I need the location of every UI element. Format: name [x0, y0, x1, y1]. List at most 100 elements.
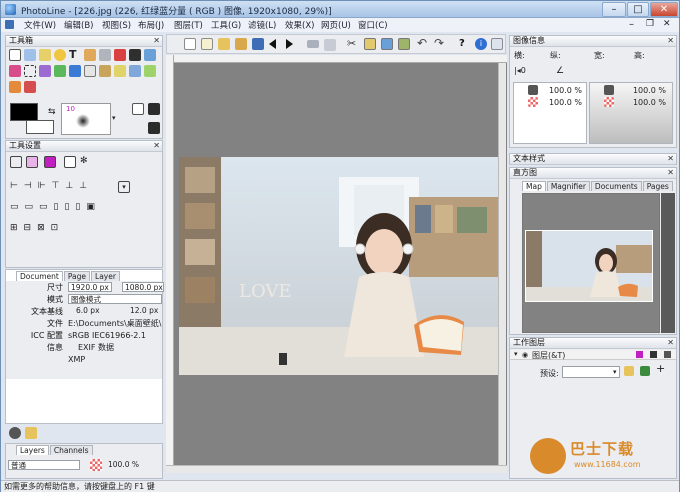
close-button[interactable]: ✕	[650, 2, 678, 17]
undo-icon[interactable]: ↶	[417, 37, 429, 49]
paste-icon[interactable]	[381, 38, 393, 50]
blend-mode-select[interactable]: 普通	[8, 460, 80, 470]
menu-layer[interactable]: 图层(T)	[174, 19, 203, 31]
cat-mask-inverted-icon[interactable]	[148, 103, 160, 115]
menu-tools[interactable]: 工具(G)	[211, 19, 241, 31]
navigator-thumbnail[interactable]	[525, 230, 653, 302]
expand-icon[interactable]: ▾	[514, 350, 518, 358]
tab-channels[interactable]: Channels	[49, 445, 93, 455]
pen-tool-icon[interactable]	[129, 49, 141, 61]
selection-mode-icon[interactable]	[10, 156, 22, 168]
settings-gear-icon[interactable]: ✻	[80, 156, 92, 168]
globe-icon[interactable]	[9, 427, 21, 439]
smudge-tool-icon[interactable]	[99, 65, 111, 77]
preset-dropdown-icon[interactable]: ▾	[613, 368, 617, 376]
gradient-tool-icon[interactable]	[69, 65, 81, 77]
red-eye-tool-icon[interactable]	[24, 81, 36, 93]
lasso-tool-icon[interactable]	[39, 65, 51, 77]
magic-wand-tool-icon[interactable]	[54, 65, 66, 77]
xmp-value[interactable]: XMP	[68, 354, 85, 366]
edit-note-icon[interactable]	[25, 427, 37, 439]
pointer-option-icon[interactable]	[64, 156, 76, 168]
eraser-tool-icon[interactable]	[9, 65, 21, 77]
forward-arrow-icon[interactable]	[286, 39, 293, 49]
tool-settings-close-icon[interactable]: ✕	[153, 141, 160, 150]
menu-layout[interactable]: 布局(J)	[138, 19, 164, 31]
maximize-button[interactable]: □	[627, 2, 649, 17]
width-field[interactable]: 1920.0 px	[68, 282, 112, 292]
hand-tool-icon[interactable]	[39, 49, 51, 61]
tab-document[interactable]: Document	[16, 271, 63, 281]
layer-options-icon[interactable]	[664, 351, 671, 358]
brush-dropdown-icon[interactable]: ▾	[112, 114, 116, 122]
preset-save-icon[interactable]	[640, 366, 650, 376]
histogram-close-icon[interactable]: ✕	[667, 168, 674, 177]
zoom-tool-icon[interactable]	[24, 49, 36, 61]
canvas-image[interactable]: LOVE	[179, 157, 506, 375]
ellipse-tool-icon[interactable]	[54, 49, 66, 61]
vertical-scrollbar[interactable]	[498, 63, 506, 465]
retouch-tool-icon[interactable]	[9, 81, 21, 93]
sharpen-tool-icon[interactable]	[129, 65, 141, 77]
background-color-swatch[interactable]	[26, 120, 54, 134]
preset-select[interactable]	[562, 366, 620, 378]
mode-select[interactable]: 图像模式	[68, 294, 162, 304]
distribute-row-icon[interactable]: ⊞⊟⊠⊡	[10, 223, 70, 235]
draw-pen-icon[interactable]	[491, 38, 503, 50]
image-info-close-icon[interactable]: ✕	[667, 36, 674, 45]
marquee-tool-icon[interactable]	[24, 65, 36, 77]
menu-file[interactable]: 文件(W)	[24, 19, 56, 31]
color-picker-tool-icon[interactable]	[114, 49, 126, 61]
histogram-title[interactable]: 直方图	[510, 168, 676, 179]
dodge-tool-icon[interactable]	[114, 65, 126, 77]
browse-icon[interactable]	[235, 38, 247, 50]
tab-pages[interactable]: Pages	[642, 181, 673, 191]
layer-visibility-icon[interactable]: ◉	[522, 351, 528, 359]
menu-web[interactable]: 网页(U)	[321, 19, 351, 31]
horizontal-scrollbar[interactable]	[166, 465, 507, 473]
cut-icon[interactable]: ✂	[347, 38, 359, 50]
print-icon[interactable]	[307, 40, 319, 48]
fill-tool-icon[interactable]	[84, 65, 96, 77]
tab-layers[interactable]: Layers	[16, 445, 49, 455]
preset-edit-icon[interactable]	[624, 366, 634, 376]
context-help-icon[interactable]: ?	[459, 38, 471, 50]
brush-tool-icon[interactable]	[144, 49, 156, 61]
exif-value[interactable]: EXIF 数据	[78, 342, 114, 354]
menu-filter[interactable]: 滤镜(L)	[248, 19, 276, 31]
baseline-field-1[interactable]: 6.0 px	[74, 306, 112, 316]
shape-tool-icon[interactable]	[144, 65, 156, 77]
open-folder-icon[interactable]	[218, 38, 230, 50]
doc-restore-button[interactable]: ❐	[646, 19, 654, 29]
cat-mask-icon[interactable]	[132, 103, 144, 115]
menu-edit[interactable]: 编辑(B)	[64, 19, 93, 31]
menu-effects[interactable]: 效果(X)	[285, 19, 314, 31]
align-dropdown-icon[interactable]: ▾	[118, 181, 130, 193]
selection-add-icon[interactable]	[26, 156, 38, 168]
navigator-map[interactable]	[522, 193, 660, 333]
text-style-close-icon[interactable]: ✕	[667, 154, 674, 163]
baseline-field-2[interactable]: 12.0 px	[128, 306, 164, 316]
toolbox-close-icon[interactable]: ✕	[153, 36, 160, 45]
selection-subtract-icon[interactable]	[44, 156, 56, 168]
mask-mode-icon[interactable]	[148, 122, 160, 134]
align-row-1-icon[interactable]: ⊢⊣⊩⊤⊥⊥	[10, 181, 110, 193]
text-style-title[interactable]: 文本样式	[510, 154, 676, 165]
preset-add-icon[interactable]: +	[656, 363, 668, 376]
back-arrow-icon[interactable]	[269, 39, 276, 49]
layer-lock-icon[interactable]	[650, 351, 657, 358]
redo-icon[interactable]: ↷	[434, 37, 446, 49]
tab-documents[interactable]: Documents	[590, 181, 642, 191]
crop-tool-icon[interactable]	[99, 49, 111, 61]
layer-row[interactable]: ▾ ◉ 图层(&T)	[510, 350, 676, 360]
scan-icon[interactable]	[324, 39, 336, 51]
select-arrow-tool-icon[interactable]	[9, 49, 21, 61]
doc-minimize-button[interactable]: –	[629, 19, 634, 30]
save-icon[interactable]	[252, 38, 264, 50]
new-document-icon[interactable]	[184, 38, 196, 50]
doc-close-button[interactable]: ✕	[663, 19, 671, 29]
new-page-icon[interactable]	[201, 38, 213, 50]
align-row-2-icon[interactable]: ▭▭▭▯▯▯▣	[10, 202, 120, 214]
tab-map[interactable]: Map	[522, 181, 546, 191]
menu-window[interactable]: 窗口(C)	[358, 19, 388, 31]
